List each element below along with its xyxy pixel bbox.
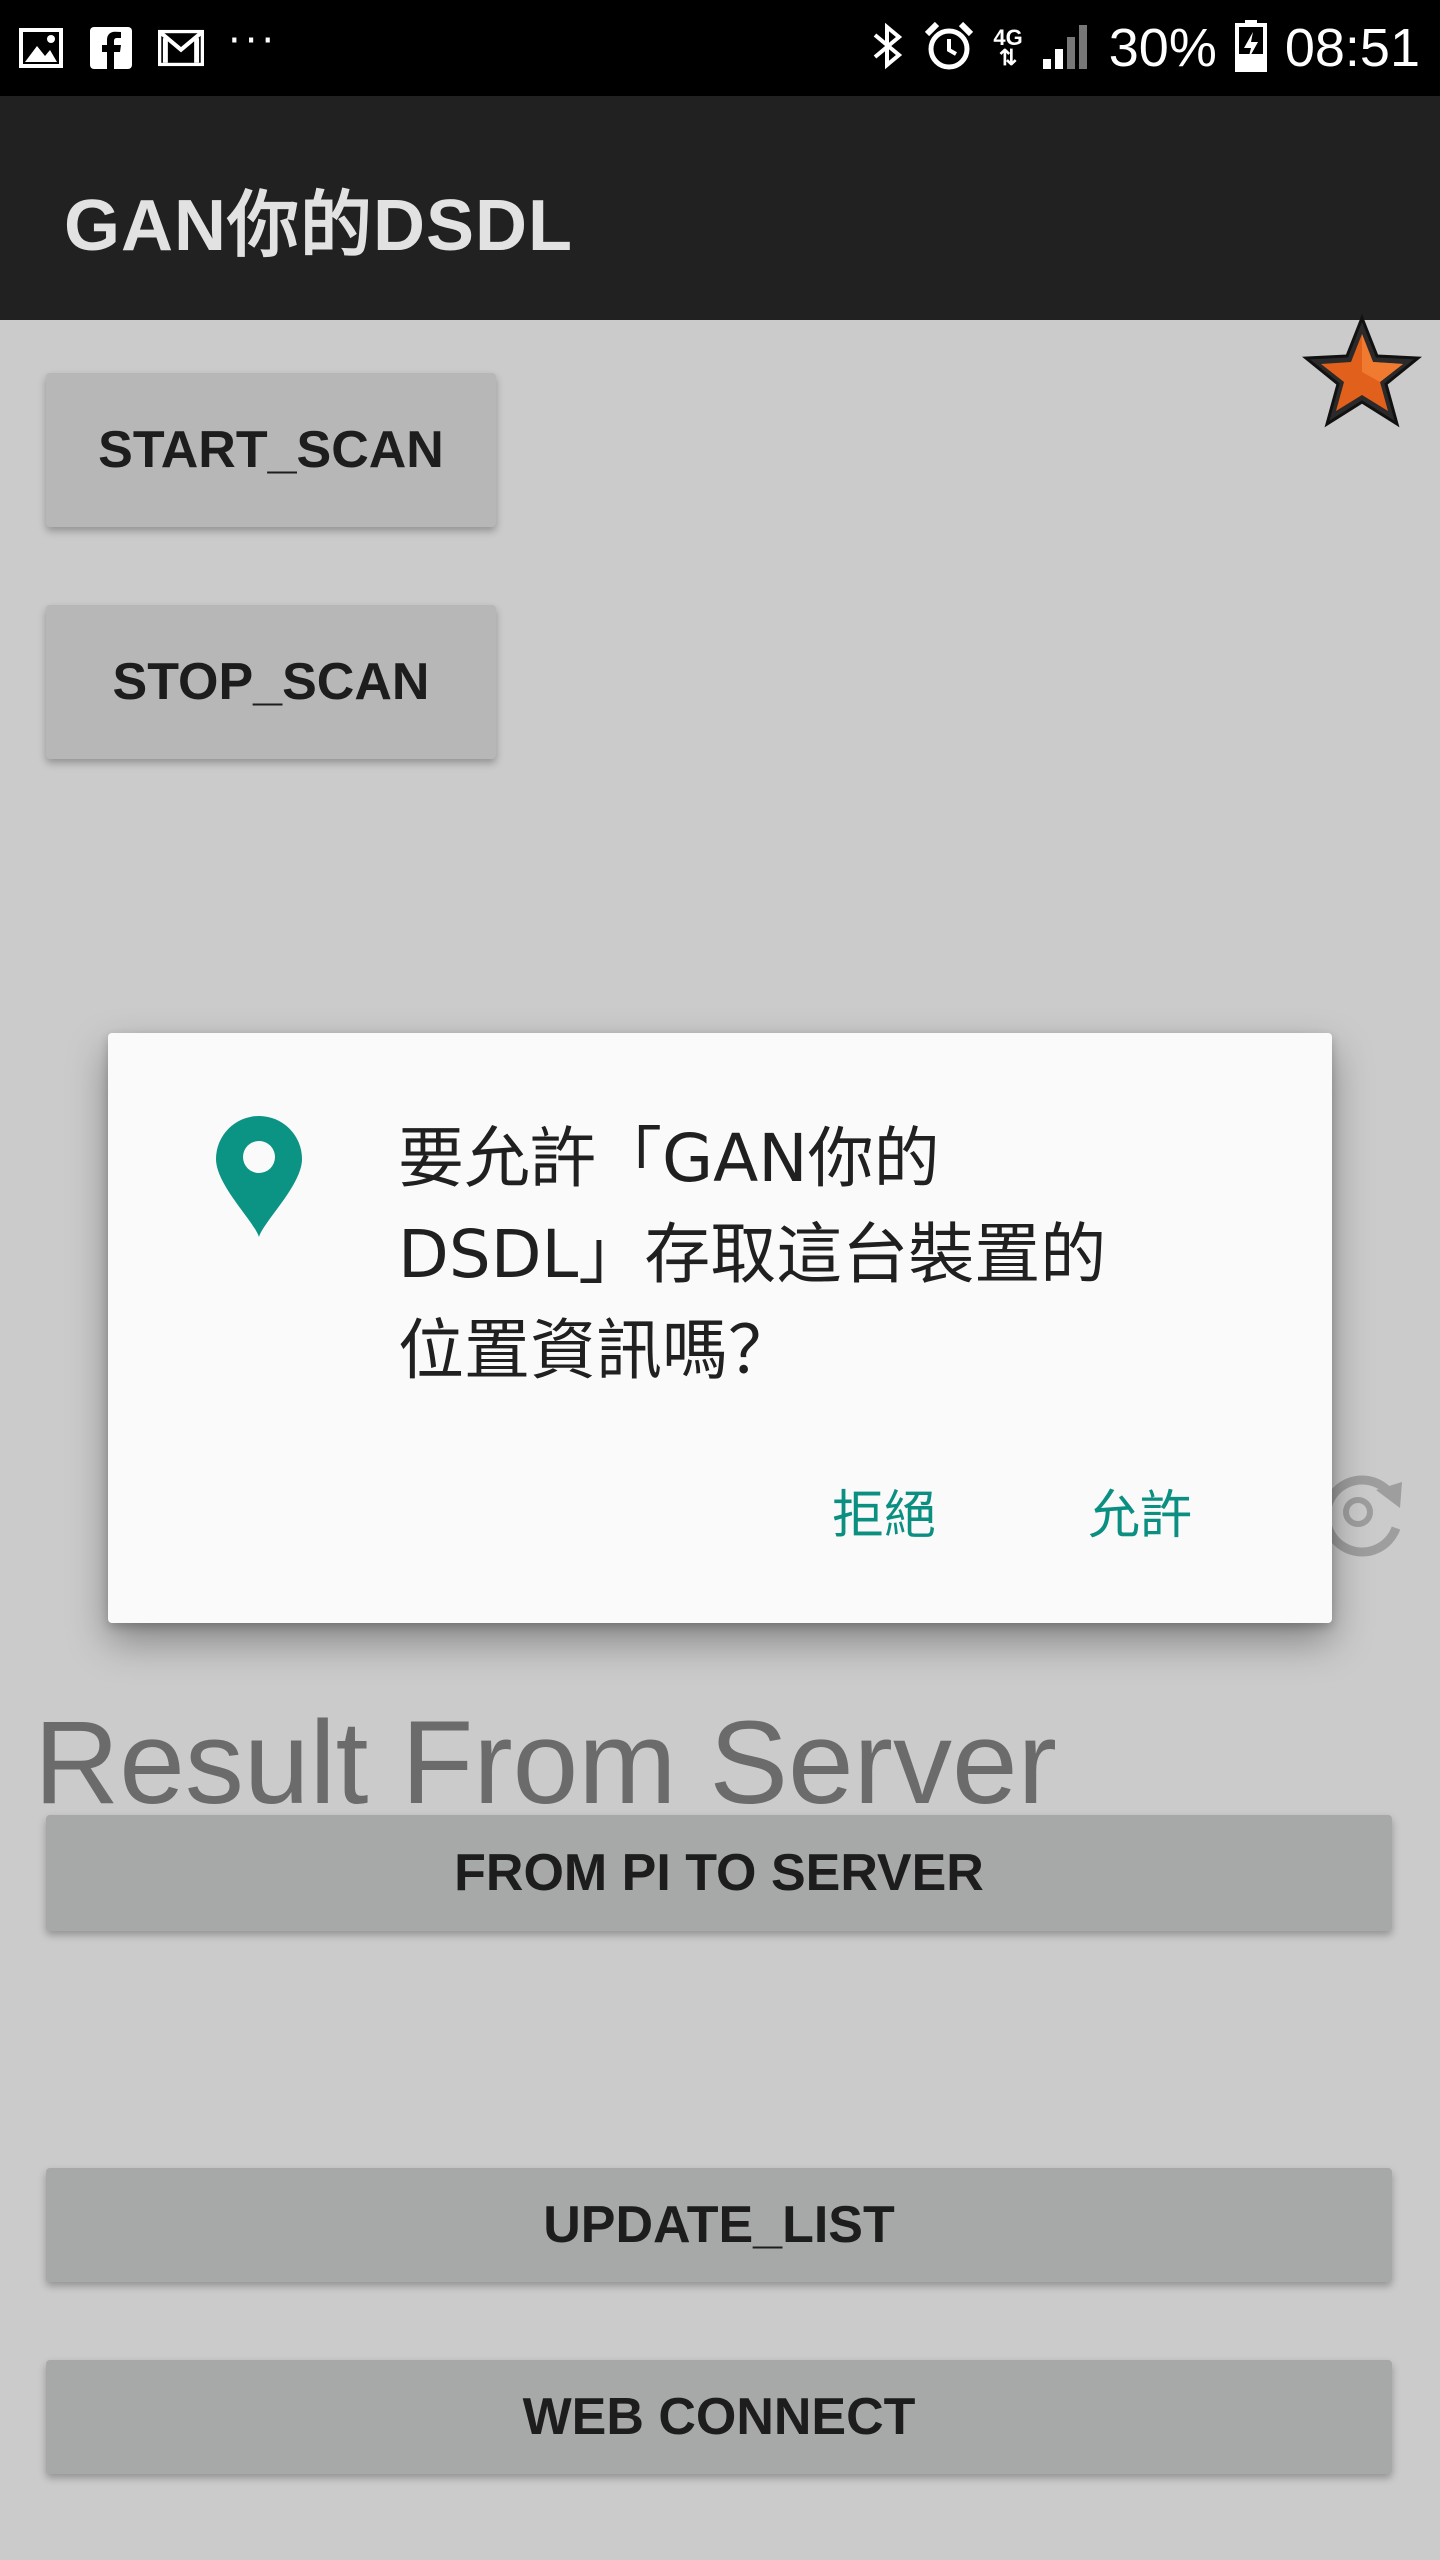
from-pi-to-server-button[interactable]: FROM PI TO SERVER	[46, 1815, 1392, 1931]
dialog-message-line: DSDL」存取這台裝置的	[398, 1216, 1107, 1293]
dialog-message: 要允許「GAN你的 DSDL」存取這台裝置的 位置資訊嗎？	[398, 1111, 1258, 1399]
more-notifications-indicator: ···	[228, 18, 279, 64]
dialog-message-line: 位置資訊嗎？	[398, 1312, 794, 1389]
allow-button[interactable]: 允許	[1088, 1473, 1192, 1548]
update-list-button[interactable]: UPDATE_LIST	[46, 2168, 1392, 2282]
app-title: GAN你的DSDL	[64, 186, 573, 266]
gmail-icon	[158, 25, 204, 71]
battery-percentage: 30%	[1108, 18, 1217, 78]
battery-icon	[1234, 19, 1267, 77]
image-icon	[18, 25, 64, 71]
alarm-icon	[923, 20, 975, 77]
clock: 08:51	[1284, 18, 1420, 78]
bluetooth-icon	[871, 21, 905, 76]
start-scan-button[interactable]: START_SCAN	[46, 373, 496, 527]
data-arrows-icon: ⇅	[998, 45, 1018, 70]
signal-icon	[1041, 21, 1091, 76]
dialog-message-line: 要允許「GAN你的	[398, 1120, 940, 1197]
location-permission-dialog: 要允許「GAN你的 DSDL」存取這台裝置的 位置資訊嗎？ 拒絕 允許	[108, 1033, 1332, 1623]
web-connect-button[interactable]: WEB CONNECT	[46, 2360, 1392, 2474]
status-bar: ··· 4G ⇅ 30% 08:51	[0, 0, 1440, 96]
facebook-icon	[88, 25, 134, 71]
stop-scan-button[interactable]: STOP_SCAN	[46, 605, 496, 759]
star-icon[interactable]	[1302, 312, 1422, 432]
location-pin-icon	[212, 1113, 306, 1239]
result-heading: Result From Server	[34, 1697, 1057, 1829]
deny-button[interactable]: 拒絕	[832, 1473, 936, 1548]
app-bar: GAN你的DSDL	[0, 96, 1440, 320]
